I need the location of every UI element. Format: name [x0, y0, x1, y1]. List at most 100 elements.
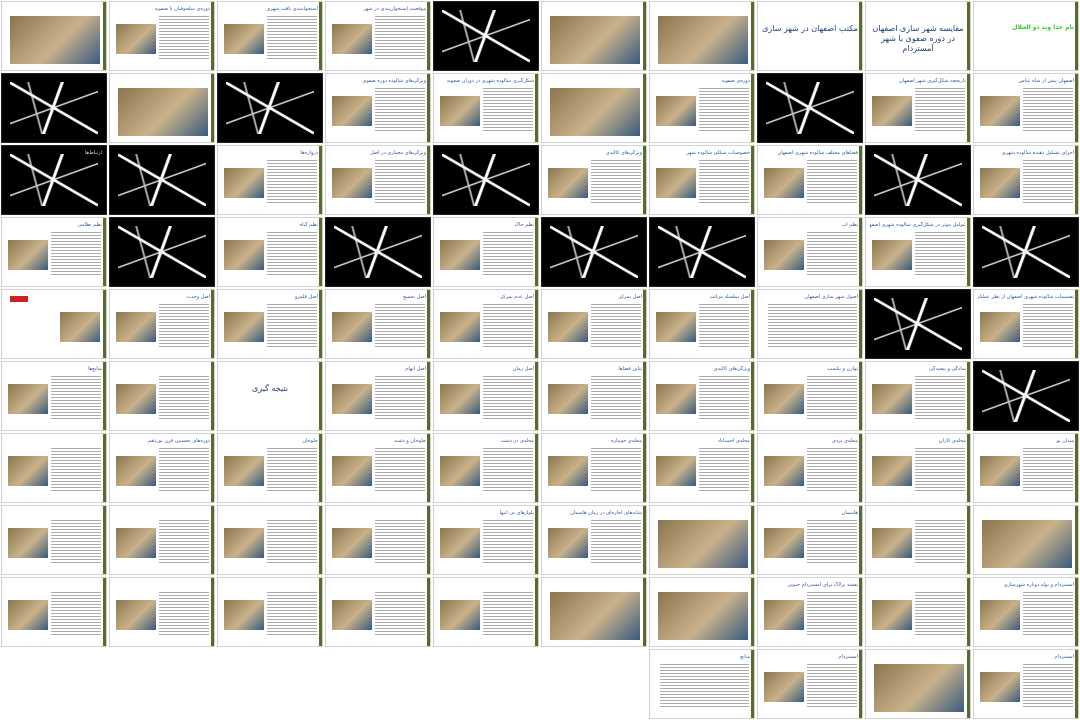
slide-thumbnail[interactable]: جلوخان	[217, 433, 323, 503]
slide-image	[116, 384, 156, 414]
slide-thumbnail[interactable]	[649, 217, 755, 287]
slide-thumbnail[interactable]	[865, 649, 971, 719]
slide-thumbnail[interactable]: استخوانبندی بافت شهری	[217, 1, 323, 71]
slide-thumbnail[interactable]: اصول شهر سازی اصفهان	[757, 289, 863, 359]
slide-thumbnail[interactable]: ارتباط‌ها	[1, 145, 107, 215]
slide-thumbnail[interactable]: نظم گیاه	[217, 217, 323, 287]
slide-thumbnail[interactable]: آمستردام	[973, 649, 1079, 719]
slide-thumbnail[interactable]: نظم نظامی	[1, 217, 107, 287]
slide-thumbnail[interactable]: میدان نو	[973, 433, 1079, 503]
slide-thumbnail[interactable]: خصوصیات شکلی شالوده شهر	[649, 145, 755, 215]
slide-thumbnail[interactable]: محله‌ی یزدی	[757, 433, 863, 503]
slide-thumbnail[interactable]	[109, 577, 215, 647]
slide-thumbnail[interactable]: نقشه برلاگ برای آمستردام جنوبی	[757, 577, 863, 647]
slide-thumbnail[interactable]	[541, 73, 647, 143]
slide-thumbnail[interactable]: تباین فضاها	[541, 361, 647, 431]
slide-thumbnail[interactable]: مقایسه شهر سازی اصفهان در دوره صفوی با ش…	[865, 1, 971, 71]
slide-thumbnail[interactable]: شانه‌های اجاره‌ای در زمان هاسمان	[541, 505, 647, 575]
slide-thumbnail[interactable]: نتیجه گیری	[217, 361, 323, 431]
slide-thumbnail[interactable]	[109, 505, 215, 575]
slide-thumbnail[interactable]	[649, 505, 755, 575]
slide-title: مقایسه شهر سازی اصفهان در دوره صفوی با ش…	[872, 24, 964, 53]
slide-thumbnail[interactable]: تاریخچه شکل‌گیری شهر اصفهان	[865, 73, 971, 143]
slide-thumbnail[interactable]	[217, 577, 323, 647]
slide-thumbnail[interactable]: اصل عدم تمرکز	[433, 289, 539, 359]
slide-thumbnail[interactable]: آمستردام و تولد دوباره شهرسازی	[973, 577, 1079, 647]
slide-thumbnail[interactable]: عوامل موثر در شکل‌گیری شالوده شهری اصفها…	[865, 217, 971, 287]
slide-thumbnail[interactable]: ویژگی‌های شالوده دوره صفوی	[325, 73, 431, 143]
slide-thumbnail[interactable]: ویژگی‌های معماری در اصل	[325, 145, 431, 215]
slide-thumbnail[interactable]	[865, 289, 971, 359]
slide-thumbnail[interactable]	[1, 433, 107, 503]
slide-thumbnail[interactable]: اصل تجمیع	[325, 289, 431, 359]
slide-thumbnail[interactable]	[217, 73, 323, 143]
slide-thumbnail[interactable]	[325, 577, 431, 647]
slide-thumbnail[interactable]: دروازه‌ها	[217, 145, 323, 215]
slide-thumbnail[interactable]: منابع‌ها	[1, 361, 107, 431]
slide-thumbnail[interactable]	[973, 361, 1079, 431]
slide-thumbnail[interactable]	[1, 1, 107, 71]
slide-thumbnail[interactable]: محله‌ی در دشت	[433, 433, 539, 503]
slide-thumbnail[interactable]	[541, 577, 647, 647]
slide-side-band	[319, 362, 322, 430]
slide-thumbnail[interactable]	[433, 577, 539, 647]
slide-thumbnail[interactable]: اصل تمرکز	[541, 289, 647, 359]
slide-thumbnail[interactable]: شکل‌گیری شالوده شهری در دوران صفویه	[433, 73, 539, 143]
slide-body-text	[483, 592, 533, 636]
slide-thumbnail[interactable]: اصل سلسله مراتب	[649, 289, 755, 359]
slide-thumbnail[interactable]	[541, 217, 647, 287]
slide-thumbnail[interactable]: مکتب اصفهان در شهر سازی	[757, 1, 863, 71]
slide-thumbnail[interactable]	[757, 73, 863, 143]
slide-thumbnail[interactable]: فضاهای مختلف شالوده شهری اصفهان	[757, 145, 863, 215]
slide-thumbnail[interactable]: دوره‌های نخستین قرن نوزدهم	[109, 433, 215, 503]
slide-thumbnail[interactable]	[217, 505, 323, 575]
slide-thumbnail[interactable]	[109, 217, 215, 287]
slide-thumbnail[interactable]	[1, 577, 107, 647]
slide-thumbnail[interactable]	[973, 505, 1079, 575]
slide-thumbnail[interactable]: محله‌ی جویباره	[541, 433, 647, 503]
slide-thumbnail[interactable]: اجزای تشکیل دهنده شالوده شهری	[973, 145, 1079, 215]
slide-thumbnail[interactable]	[109, 73, 215, 143]
slide-thumbnail[interactable]: نظم خاک	[433, 217, 539, 287]
slide-thumbnail[interactable]	[1, 505, 107, 575]
slide-thumbnail[interactable]: اصل زمان	[433, 361, 539, 431]
slide-thumbnail[interactable]	[649, 577, 755, 647]
slide-thumbnail[interactable]: اصفهان پیش از شاه عباس	[973, 73, 1079, 143]
slide-thumbnail[interactable]: دوره‌ی سلجوقیان تا صفویه	[109, 1, 215, 71]
slide-thumbnail[interactable]	[973, 217, 1079, 287]
slide-thumbnail[interactable]: جلوخان و دشته	[325, 433, 431, 503]
slide-thumbnail[interactable]: نام خدا وند ذو الجلال	[973, 1, 1079, 71]
slide-thumbnail[interactable]: آمستردام	[757, 649, 863, 719]
slide-thumbnail[interactable]: بلوارهای بی انتها	[433, 505, 539, 575]
slide-thumbnail[interactable]: ویژگی‌های کالبدی	[541, 145, 647, 215]
slide-thumbnail[interactable]: منابع	[649, 649, 755, 719]
slide-thumbnail[interactable]: محله‌ی کاران	[865, 433, 971, 503]
slide-thumbnail[interactable]	[541, 1, 647, 71]
slide-thumbnail[interactable]: اصل وحدت	[109, 289, 215, 359]
slide-thumbnail[interactable]: دوره‌ی صفویه	[649, 73, 755, 143]
slide-thumbnail[interactable]	[109, 145, 215, 215]
slide-side-band	[427, 146, 430, 214]
slide-thumbnail[interactable]	[109, 361, 215, 431]
slide-thumbnail[interactable]: هاسمان	[757, 505, 863, 575]
slide-thumbnail[interactable]: سادگی و پیچیدگی	[865, 361, 971, 431]
slide-thumbnail[interactable]	[865, 145, 971, 215]
slide-side-band	[427, 434, 430, 502]
slide-thumbnail[interactable]	[865, 505, 971, 575]
slide-thumbnail[interactable]	[433, 1, 539, 71]
slide-thumbnail[interactable]	[325, 217, 431, 287]
slide-thumbnail[interactable]	[1, 289, 107, 359]
slide-thumbnail[interactable]	[433, 145, 539, 215]
slide-thumbnail[interactable]	[649, 1, 755, 71]
slide-thumbnail[interactable]	[325, 505, 431, 575]
slide-thumbnail[interactable]: اصل ابهام	[325, 361, 431, 431]
slide-thumbnail[interactable]: ویژگی‌های کالبدی	[649, 361, 755, 431]
slide-thumbnail[interactable]: محله‌ی احمدآباد	[649, 433, 755, 503]
slide-thumbnail[interactable]	[865, 577, 971, 647]
slide-thumbnail[interactable]: تقسیمات شالوده شهری اصفهان از نظر عملکرد…	[973, 289, 1079, 359]
slide-thumbnail[interactable]: توازن و تناسب	[757, 361, 863, 431]
slide-thumbnail[interactable]: نظم آب	[757, 217, 863, 287]
slide-thumbnail[interactable]: موقعیت استخوان‌بندی در شهر	[325, 1, 431, 71]
slide-thumbnail[interactable]: اصل قلمرو	[217, 289, 323, 359]
slide-thumbnail[interactable]	[1, 73, 107, 143]
